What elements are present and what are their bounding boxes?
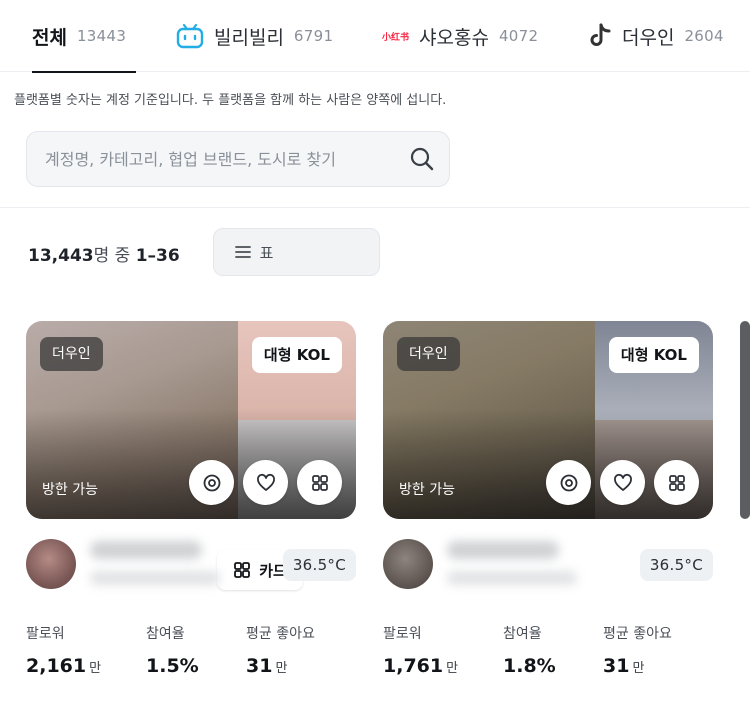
result-total: 13,443 [28,246,94,266]
platform-count-notice: 플랫폼별 숫자는 계정 기준입니다. 두 플랫폼을 함께 하는 사람은 양쪽에 … [14,93,447,108]
card-actions [189,460,342,505]
influencer-card[interactable]: 더우인 대형 KOL 방한 가능 [26,321,356,693]
stat-value: 1,761 [383,655,444,677]
grid-icon [311,474,328,491]
cover-image [740,321,750,519]
visit-status: 방한 가능 [42,482,98,498]
table-view-button[interactable]: 표 [217,232,290,272]
stat-label: 평균 좋아요 [246,626,315,642]
tab-bilibili[interactable]: 빌리빌리 6791 [176,0,333,72]
card-media[interactable]: 더우인 대형 KOL 방한 가능 [383,321,713,519]
stat-avg-likes: 평균 좋아요 31 만 [603,623,672,677]
stat-engagement: 참여율 1.5% [146,623,199,677]
tab-label: 빌리빌리 [214,26,284,49]
temperature-badge: 36.5°C [282,549,356,581]
favorite-button[interactable] [600,460,645,505]
grid-icon [668,474,685,491]
search-icon[interactable] [409,146,435,176]
result-count: 13,443명 중 1–36 [28,241,180,266]
account-name-blurred [447,541,559,559]
result-unit: 명 중 [93,246,131,266]
target-button[interactable] [189,460,234,505]
douyin-icon [588,23,612,49]
stat-engagement: 참여율 1.8% [503,623,556,677]
account-handle-blurred [90,571,220,585]
temperature-badge: 36.5°C [639,549,713,581]
account-name-blurred [90,541,202,559]
table-view-label: 표 [259,243,274,262]
account-handle-blurred [447,571,577,585]
stat-value: 2,161 [26,655,87,677]
stat-label: 팔로워 [26,626,65,642]
avatar[interactable] [383,539,433,589]
tab-douyin[interactable]: 더우인 2604 [588,0,724,72]
target-button[interactable] [546,460,591,505]
section-divider [0,207,750,208]
tier-badge: 대형 KOL [608,337,699,373]
stat-avg-likes: 평균 좋아요 31 만 [246,623,315,677]
gallery-button[interactable] [654,460,699,505]
xiaohongshu-icon: 小红书 [382,32,410,43]
stat-unit: 만 [446,661,459,676]
favorite-button[interactable] [243,460,288,505]
tier-badge: 대형 KOL [251,337,342,373]
card-stats: 팔로워 2,161 만 참여율 1.5% 평균 좋아요 31 만 [26,623,356,693]
heart-icon [613,473,632,491]
platform-badge: 더우인 [40,337,103,371]
influencer-card[interactable]: 더우인 대형 KOL 방한 가능 [383,321,713,693]
visit-status: 방한 가능 [399,482,455,498]
stat-followers: 팔로워 2,161 만 [26,623,101,677]
tab-xiaohongshu[interactable]: 小红书 샤오홍슈 4072 [382,0,538,72]
list-icon [234,246,251,258]
card-media[interactable]: 더우인 대형 KOL 방한 가능 [26,321,356,519]
stat-unit: 만 [89,661,102,676]
stat-value: 31 [246,655,273,677]
stat-label: 평균 좋아요 [603,626,672,642]
tab-count: 4072 [498,27,539,45]
gallery-button[interactable] [297,460,342,505]
platform-badge: 더우인 [397,337,460,371]
stat-value: 1.8% [503,655,556,677]
target-icon [203,474,220,491]
card-profile: 36.5°C [383,519,713,599]
stat-value: 1.5% [146,655,199,677]
tab-label: 전체 [32,26,67,49]
card-media[interactable] [740,321,750,519]
result-range: 1–36 [135,246,180,266]
tab-count: 2604 [684,27,724,45]
search-box [26,131,450,187]
stat-label: 팔로워 [383,626,422,642]
stat-label: 참여율 [146,626,185,642]
platform-tabs: 전체 13443 빌리빌리 6791 小红书 샤오홍슈 4072 더우인 260… [0,0,750,73]
target-icon [560,474,577,491]
tab-count: 13443 [76,27,127,45]
stat-label: 참여율 [503,626,542,642]
tab-count: 6791 [293,27,334,45]
stat-unit: 만 [632,661,645,676]
stat-value: 31 [603,655,630,677]
stat-unit: 만 [275,661,288,676]
search-input[interactable] [45,149,395,169]
stat-followers: 팔로워 1,761 만 [383,623,458,677]
view-toggle: 표 카드 [213,228,380,590]
tab-label: 샤오홍슈 [419,26,489,49]
card-actions [546,460,699,505]
influencer-card-partial[interactable] [740,321,750,519]
card-stats: 팔로워 1,761 만 참여율 1.8% 평균 좋아요 31 만 [383,623,713,693]
bilibili-icon [176,23,204,49]
avatar[interactable] [26,539,76,589]
tab-all[interactable]: 전체 13443 [32,0,136,73]
card-profile: 36.5°C [26,519,356,599]
heart-icon [256,473,275,491]
tab-label: 더우인 [622,26,675,49]
